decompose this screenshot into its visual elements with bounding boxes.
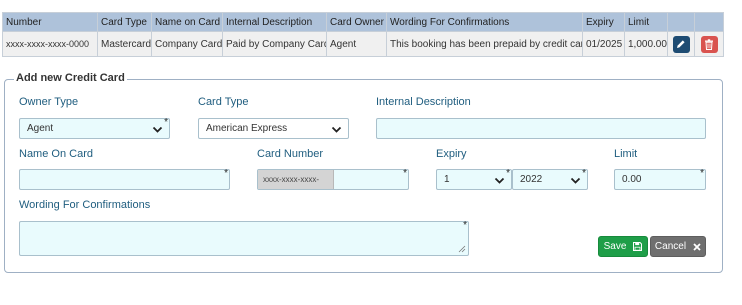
card-type-label: Card Type [198,96,249,108]
expiry-month-select[interactable]: 1 * [436,169,512,190]
col-header-card-owner[interactable]: Card Owner [326,12,387,32]
chevron-down-icon [570,177,581,184]
required-mark: * [224,168,228,179]
card-type-select[interactable]: American Express [198,118,349,139]
pencil-icon [677,40,685,48]
col-header-limit[interactable]: Limit [624,12,668,32]
expiry-year-select[interactable]: 2022 * [512,169,588,190]
cell-expiry: 01/2025 [582,31,625,57]
table-header-row: Number Card Type Name on Card Internal D… [2,12,724,32]
owner-type-label: Owner Type [19,96,79,108]
cell-edit [667,31,695,57]
limit-label: Limit [614,148,638,160]
name-on-card-input[interactable]: * [19,169,230,190]
chevron-down-icon [152,126,163,133]
col-header-delete [694,12,724,32]
cell-card-type: Mastercard [97,31,152,57]
wording-textarea[interactable]: * [19,221,469,256]
limit-input[interactable]: 0.00 * [614,169,706,190]
col-header-number[interactable]: Number [2,12,98,32]
required-mark: * [164,117,168,128]
cell-number: xxxx-xxxx-xxxx-0000 [2,31,98,57]
cancel-button-label: Cancel [654,241,687,252]
limit-value: 0.00 [622,174,642,185]
name-on-card-label: Name On Card [19,148,93,160]
col-header-edit [667,12,695,32]
table-row: xxxx-xxxx-xxxx-0000 Mastercard Company C… [2,31,724,57]
col-header-card-type[interactable]: Card Type [97,12,152,32]
cell-card-owner: Agent [326,31,387,57]
chevron-down-icon [331,126,342,133]
cell-limit: 1,000.00 [624,31,668,57]
cell-internal-description: Paid by Company Card [222,31,327,57]
owner-type-select[interactable]: Agent * [19,118,170,139]
required-mark: * [463,220,467,231]
save-button-label: Save [603,241,627,252]
expiry-label: Expiry [436,148,467,160]
floppy-disk-icon [633,242,643,251]
delete-button[interactable] [700,35,718,53]
col-header-name-on-card[interactable]: Name on Card [151,12,223,32]
wording-label: Wording For Confirmations [19,199,151,211]
edit-button[interactable] [672,35,690,53]
required-mark: * [700,168,704,179]
cell-wording: This booking has been prepaid by credit … [386,31,583,57]
required-mark: * [582,168,586,179]
card-number-input[interactable]: xxxx-xxxx-xxxx- * [257,169,409,190]
required-mark: * [506,168,510,179]
expiry-month-value: 1 [444,174,450,185]
card-number-label: Card Number [257,148,324,160]
card-type-value: American Express [206,123,288,134]
col-header-expiry[interactable]: Expiry [582,12,625,32]
col-header-wording[interactable]: Wording For Confirmations [386,12,583,32]
cell-delete [694,31,724,57]
credit-card-table: Number Card Type Name on Card Internal D… [2,12,724,57]
close-icon [693,242,701,251]
card-number-prefix: xxxx-xxxx-xxxx- [258,170,334,189]
chevron-down-icon [494,177,505,184]
cancel-button[interactable]: Cancel [650,236,706,257]
cell-name-on-card: Company Card [151,31,223,57]
col-header-internal-description[interactable]: Internal Description [222,12,327,32]
fieldset-legend: Add new Credit Card [14,72,127,84]
internal-description-input[interactable] [376,118,706,139]
save-button[interactable]: Save [598,236,648,257]
owner-type-value: Agent [27,123,54,134]
expiry-year-value: 2022 [520,174,543,185]
required-mark: * [403,168,407,179]
internal-description-label: Internal Description [376,96,471,108]
trash-icon [705,38,713,50]
resize-grip-icon[interactable] [458,245,466,253]
